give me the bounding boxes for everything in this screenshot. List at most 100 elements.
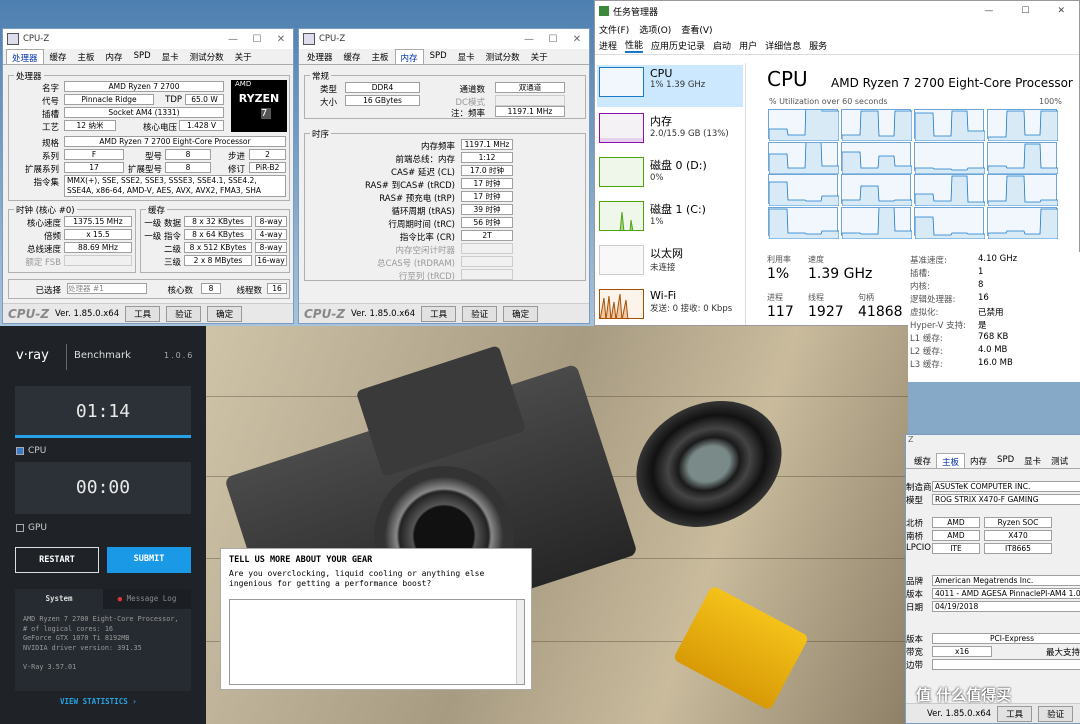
submit-button[interactable]: SUBMIT <box>107 547 191 573</box>
type-label: 类型 <box>319 85 337 95</box>
tab-item[interactable]: 内存 <box>965 453 992 468</box>
tras-field: 39 时钟 <box>461 204 513 215</box>
tab-users[interactable]: 用户 <box>739 39 757 52</box>
socket-label: 插槽 <box>41 110 59 120</box>
validate-button[interactable]: 验证 <box>462 305 498 322</box>
tab-mainboard[interactable]: 主板 <box>73 49 100 64</box>
tab-cache[interactable]: 缓存 <box>339 49 366 64</box>
loose-lens <box>615 377 803 551</box>
side-item-name: Wi-Fi <box>650 289 677 302</box>
tab-processor[interactable]: 处理器 <box>6 49 44 64</box>
side-item-cpu[interactable]: CPU 1% 1.39 GHz <box>597 65 743 107</box>
spec-label: 插槽: <box>910 269 930 279</box>
tab-item[interactable]: 测试 <box>1046 453 1073 468</box>
logical-cpu-graph <box>914 109 985 141</box>
northbridge-model: Ryzen SOC <box>984 517 1052 528</box>
tab-performance[interactable]: 性能 <box>625 38 644 53</box>
tab-graphics[interactable]: 显卡 <box>453 49 480 64</box>
tab-item[interactable]: 显卡 <box>1019 453 1046 468</box>
trc-field: 56 时钟 <box>461 217 513 228</box>
tab-memory[interactable]: 内存 <box>394 49 424 64</box>
cpu-checkbox-row[interactable]: CPU <box>16 446 46 456</box>
spec-label: L1 缓存: <box>910 334 943 344</box>
wifi-sparkline <box>599 289 644 319</box>
maximize-icon[interactable]: ☐ <box>1021 6 1029 16</box>
tab-memory[interactable]: 内存 <box>101 49 128 64</box>
tab-message-log[interactable]: ● Message Log <box>103 589 191 609</box>
dc-mode-field <box>495 95 565 106</box>
film-canister <box>672 585 810 711</box>
menu-view[interactable]: 查看(V) <box>681 23 712 36</box>
tab-system[interactable]: System <box>15 589 103 609</box>
side-item-disk0[interactable]: 磁盘 0 (D:) 0% <box>597 155 743 197</box>
tools-button[interactable]: 工具 <box>125 305 161 322</box>
footer: CPU-Z Ver. 1.85.0.x64 工具 验证 确定 <box>299 303 589 323</box>
restart-button[interactable]: RESTART <box>15 547 99 573</box>
gpu-checkbox-row[interactable]: GPU <box>16 523 47 533</box>
maximize-icon[interactable]: ☐ <box>245 34 269 45</box>
maximize-icon[interactable]: ☐ <box>541 34 565 45</box>
spec-label: L2 缓存: <box>910 347 943 357</box>
side-item-memory[interactable]: 内存 2.0/15.9 GB (13%) <box>597 111 743 153</box>
logical-cpu-graph <box>987 206 1058 239</box>
tab-item[interactable]: 缓存 <box>909 453 936 468</box>
view-statistics-link[interactable]: VIEW STATISTICS › <box>60 697 137 706</box>
close-icon[interactable]: ✕ <box>565 34 589 45</box>
menu-file[interactable]: 文件(F) <box>599 23 629 36</box>
tab-cache[interactable]: 缓存 <box>45 49 72 64</box>
ok-button[interactable]: 确定 <box>503 305 539 322</box>
menu-options[interactable]: 选项(O) <box>639 23 671 36</box>
log-dot-icon: ● <box>117 594 127 603</box>
tab-details[interactable]: 详细信息 <box>765 39 801 52</box>
gear-dialog-title: TELL US MORE ABOUT YOUR GEAR <box>229 555 373 565</box>
ok-button[interactable]: 确定 <box>207 305 243 322</box>
side-item-name: 磁盘 0 (D:) <box>650 159 707 172</box>
tab-about[interactable]: 关于 <box>526 49 553 64</box>
close-icon[interactable]: ✕ <box>269 34 293 45</box>
trp-field: 17 时钟 <box>461 191 513 202</box>
side-item-wifi[interactable]: Wi-Fi 发送: 0 接收: 0 Kbps <box>597 287 743 329</box>
minimize-icon[interactable]: — <box>517 34 541 45</box>
tab-spd[interactable]: SPD <box>425 49 452 64</box>
socket-field: Socket AM4 (1331) <box>64 107 224 118</box>
minimize-icon[interactable]: — <box>221 34 245 45</box>
side-item-disk1[interactable]: 磁盘 1 (C:) 1% <box>597 199 743 241</box>
close-icon[interactable]: ✕ <box>1057 6 1065 16</box>
gpu-checkbox[interactable] <box>16 524 24 532</box>
tab-mainboard[interactable]: 主板 <box>367 49 394 64</box>
tools-button[interactable]: 工具 <box>997 705 1033 722</box>
minimize-icon[interactable]: — <box>984 6 993 16</box>
validate-button[interactable]: 验证 <box>166 305 202 322</box>
l1i-field: 8 x 64 KBytes <box>184 229 252 240</box>
tab-bench[interactable]: 测试分数 <box>481 49 525 64</box>
gear-text-input[interactable] <box>229 599 525 685</box>
disk0-sparkline <box>599 157 644 187</box>
tab-services[interactable]: 服务 <box>809 39 827 52</box>
tab-item[interactable]: SPD <box>992 453 1019 468</box>
tab-startup[interactable]: 启动 <box>713 39 731 52</box>
side-item-ethernet[interactable]: 以太网 未连接 <box>597 243 743 285</box>
ethernet-sparkline <box>599 245 644 275</box>
cpu-checkbox[interactable] <box>16 447 24 455</box>
row-label: 版本 <box>906 590 924 600</box>
scrollbar[interactable] <box>516 600 524 684</box>
processor-select[interactable]: 处理器 #1 <box>67 283 147 294</box>
vray-benchmark-window: v·ray Benchmark 1.0.6 01:14 CPU 00:00 GP… <box>0 326 206 724</box>
system-info-text: AMD Ryzen 7 2700 Eight-Core Processor, # … <box>15 609 191 678</box>
logical-cpu-graph <box>914 141 985 174</box>
tab-processor[interactable]: 处理器 <box>302 49 338 64</box>
tab-spd[interactable]: SPD <box>129 49 156 64</box>
tab-processes[interactable]: 进程 <box>599 39 617 52</box>
tab-app-history[interactable]: 应用历史记录 <box>651 39 705 52</box>
instructions-label: 指令集 <box>33 178 59 188</box>
tools-button[interactable]: 工具 <box>421 305 457 322</box>
tab-item[interactable]: 主板 <box>936 453 966 468</box>
tab-about[interactable]: 关于 <box>230 49 257 64</box>
nb-freq-label: 注：频率 <box>450 109 485 119</box>
menu-bar: 文件(F) 选项(O) 查看(V) <box>595 21 1079 37</box>
disk1-sparkline <box>599 201 644 231</box>
tab-bench[interactable]: 测试分数 <box>185 49 229 64</box>
validate-button[interactable]: 验证 <box>1038 705 1074 722</box>
ext-model-field: 8 <box>165 162 211 173</box>
tab-graphics[interactable]: 显卡 <box>157 49 184 64</box>
